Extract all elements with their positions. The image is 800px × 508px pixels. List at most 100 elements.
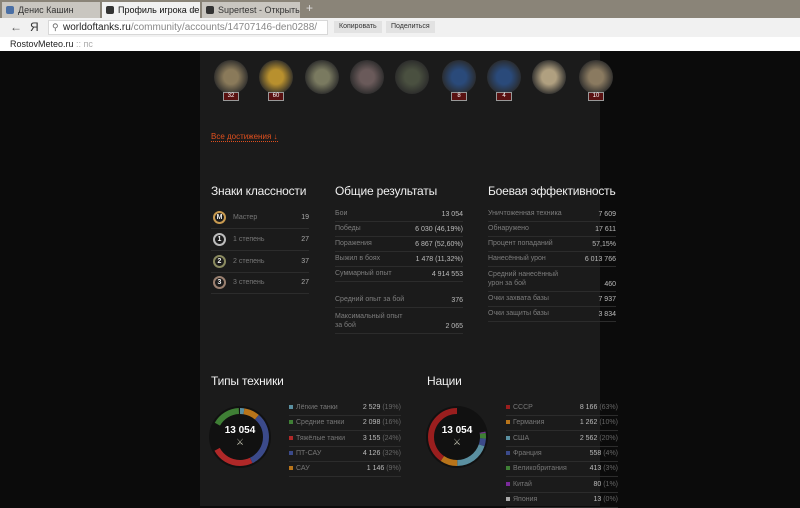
legend-count: 413 — [589, 465, 602, 473]
medal-count-badge: 8 — [451, 92, 467, 101]
legend-name: СССР — [513, 404, 533, 411]
legend-row: САУ 1 146 (9%) — [289, 462, 401, 478]
legend-marker-icon — [289, 405, 293, 410]
bookmark-rostovmeteo[interactable]: RostovMeteo.ru — [10, 39, 74, 49]
legend-marker-icon — [506, 481, 510, 486]
legend-label: САУ — [289, 465, 310, 472]
legend-count: 13 — [593, 495, 602, 503]
medal-icon[interactable] — [305, 60, 339, 94]
legend-value: 1 262 (10%) — [580, 419, 618, 426]
legend-marker-icon — [506, 420, 510, 425]
medal-icon[interactable] — [259, 60, 293, 94]
tab-supertest[interactable]: Supertest - Открытые т — [202, 2, 300, 18]
stat-value: 3 834 — [598, 311, 616, 318]
legend-row: Германия 1 262 (10%) — [506, 416, 618, 432]
stat-value: 460 — [604, 281, 616, 288]
stat-value: 13 054 — [441, 211, 463, 218]
class-mark-value: 19 — [301, 214, 309, 221]
stat-value: 376 — [451, 297, 463, 304]
legend-marker-icon — [289, 451, 293, 456]
stat-label: Очки захвата базы — [488, 295, 549, 302]
legend-name: Великобритания — [513, 465, 567, 473]
wot-icon — [106, 6, 114, 14]
back-button[interactable]: ← — [10, 20, 22, 34]
medal-icon[interactable] — [532, 60, 566, 94]
stat-row: Бои 13 054 — [335, 207, 463, 222]
medal-count-badge: 10 — [588, 92, 604, 101]
stat-value: 57,15% — [592, 241, 616, 248]
nations-title: Нации — [427, 374, 462, 388]
new-tab-button[interactable]: + — [306, 1, 313, 15]
legend-value: 2 098 (16%) — [363, 419, 401, 426]
legend-marker-icon — [506, 466, 510, 471]
copy-button[interactable]: Копировать — [334, 21, 382, 33]
legend-count: 558 — [589, 449, 602, 457]
stat-value: 6 867 (52,60%) — [415, 241, 463, 248]
stat-label: Максимальный опыт за бой — [335, 313, 403, 329]
legend-percent: (0%) — [603, 495, 618, 503]
stat-row: Обнаружено 17 611 — [488, 222, 616, 237]
legend-row: Франция 558 (4%) — [506, 447, 618, 462]
medal-icon[interactable] — [214, 60, 248, 94]
stat-label: Очки защиты базы — [488, 310, 549, 317]
legend-marker-icon — [506, 435, 510, 440]
class-mark-icon: M — [213, 211, 226, 224]
legend-value: 4 126 (32%) — [363, 450, 401, 457]
tab-profile[interactable]: Профиль игрока den0× — [102, 2, 200, 18]
legend-count: 3 155 — [362, 434, 381, 442]
medal-icon[interactable] — [579, 60, 613, 94]
stat-row: Поражения 6 867 (52,60%) — [335, 237, 463, 252]
legend-value: 80 (1%) — [593, 481, 618, 488]
stat-label: Уничтоженная техника — [488, 210, 562, 217]
yandex-button[interactable]: Я — [30, 20, 39, 34]
class-mark-row: 2 2 степень 37 — [211, 251, 309, 273]
legend-value: 3 155 (24%) — [363, 435, 401, 442]
legend-percent: (16%) — [382, 419, 401, 427]
class-mark-value: 27 — [301, 279, 309, 286]
class-mark-icon: 2 — [213, 255, 226, 268]
medal-icon[interactable] — [350, 60, 384, 94]
medal-icon[interactable] — [395, 60, 429, 94]
legend-marker-icon — [506, 496, 510, 501]
legend-percent: (9%) — [386, 465, 401, 473]
legend-marker-icon — [506, 451, 510, 456]
class-mark-value: 27 — [301, 236, 309, 243]
url-input[interactable]: ⚲ worldoftanks.ru/community/accounts/1470… — [48, 20, 328, 35]
stat-value: 4 914 553 — [431, 271, 463, 278]
legend-percent: (32%) — [382, 449, 401, 457]
stat-row: Победы 6 030 (46,19%) — [335, 222, 463, 237]
medal-icon[interactable] — [487, 60, 521, 94]
close-tab-icon[interactable]: × — [191, 2, 196, 18]
class-mark-icon: 1 — [213, 233, 226, 246]
legend-percent: (24%) — [382, 434, 401, 442]
legend-marker-icon — [506, 405, 510, 410]
stat-label: Победы — [335, 225, 361, 232]
stat-label: Средний нанесённый урон за бой — [488, 271, 558, 287]
legend-count: 4 126 — [362, 449, 381, 457]
legend-label: Лёгкие танки — [289, 404, 338, 411]
legend-percent: (20%) — [599, 434, 618, 442]
medal-icon[interactable] — [442, 60, 476, 94]
search-icon: ⚲ — [52, 22, 59, 32]
legend-count: 2 529 — [362, 404, 381, 411]
class-mark-label: 2 степень — [233, 258, 265, 265]
tab-denis[interactable]: Денис Кашин — [2, 2, 100, 18]
stat-label: Средний опыт за бой — [335, 296, 405, 303]
legend-value: 8 166 (63%) — [580, 404, 618, 411]
share-button[interactable]: Поделиться — [386, 21, 435, 33]
legend-marker-icon — [289, 435, 293, 440]
stat-value: 1 478 (11,32%) — [415, 256, 463, 263]
legend-row: США 2 562 (20%) — [506, 432, 618, 447]
legend-name: Средние танки — [296, 419, 345, 427]
legend-label: США — [506, 435, 529, 442]
donut-total: 13 054 — [441, 425, 473, 436]
legend-value: 2 529 (19%) — [363, 404, 401, 411]
vk-icon — [6, 6, 14, 14]
legend-label: Тяжёлые танки — [289, 435, 345, 442]
class-mark-icon: 3 — [213, 276, 226, 289]
all-achievements-link[interactable]: Все достижения ↓ — [211, 132, 278, 142]
legend-label: Средние танки — [289, 419, 344, 426]
legend-row: Лёгкие танки 2 529 (19%) — [289, 401, 401, 416]
class-mark-label: Мастер — [233, 214, 258, 221]
crossed-swords-icon: ⚔ — [235, 437, 245, 447]
